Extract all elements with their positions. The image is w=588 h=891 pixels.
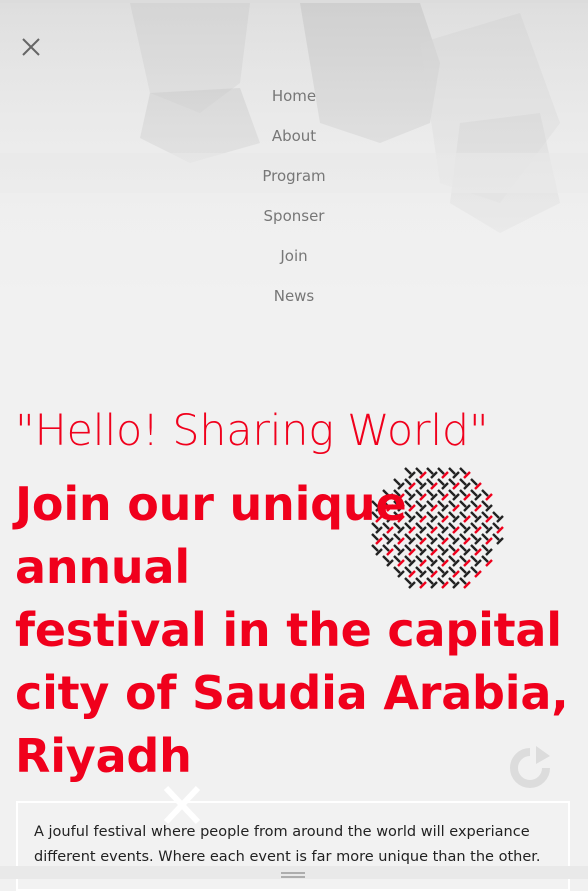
headline-line: annual — [15, 540, 190, 594]
headline-line: Riyadh — [15, 729, 192, 783]
headline-line: city of Saudia Arabia, — [15, 666, 569, 720]
hero-headline: Join our unique annual festival in the c… — [15, 473, 575, 788]
nav-item-join[interactable]: Join — [0, 240, 588, 280]
nav-item-sponser[interactable]: Sponser — [0, 200, 588, 240]
nav-item-news[interactable]: News — [0, 280, 588, 320]
menu-handle-icon[interactable] — [279, 871, 307, 879]
headline-line: festival in the capital — [15, 603, 562, 657]
nav-item-about[interactable]: About — [0, 120, 588, 160]
headline-line: Join our unique — [15, 477, 407, 531]
close-icon — [22, 38, 40, 56]
nav-item-home[interactable]: Home — [0, 80, 588, 120]
hero-description: A jouful festival where people from arou… — [34, 824, 541, 865]
reload-icon[interactable] — [506, 744, 554, 792]
main-navigation: Home About Program Sponser Join News — [0, 80, 588, 320]
nav-item-program[interactable]: Program — [0, 160, 588, 200]
close-menu-button[interactable] — [16, 32, 46, 62]
hero-greeting: "Hello! Sharing World" — [15, 406, 489, 456]
